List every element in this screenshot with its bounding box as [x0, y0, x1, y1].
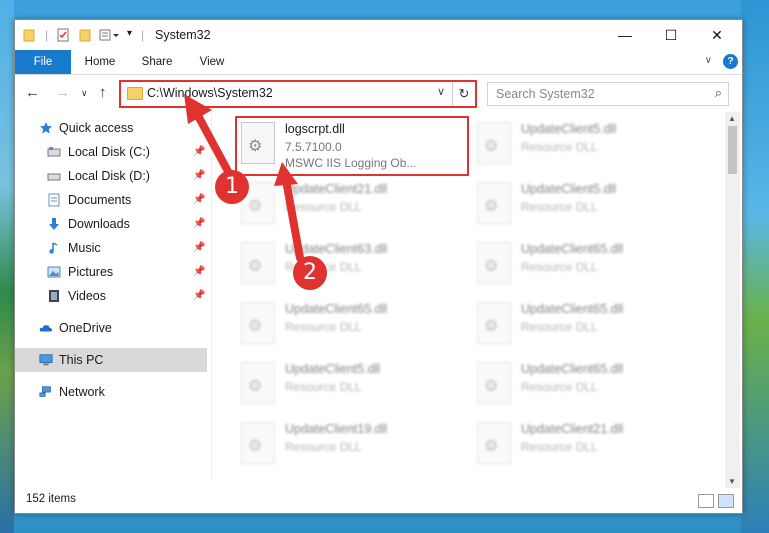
- callout-badge-2: 2: [293, 256, 327, 290]
- callout-arrows: [184, 94, 304, 262]
- callout-badge-1: 1: [215, 170, 249, 204]
